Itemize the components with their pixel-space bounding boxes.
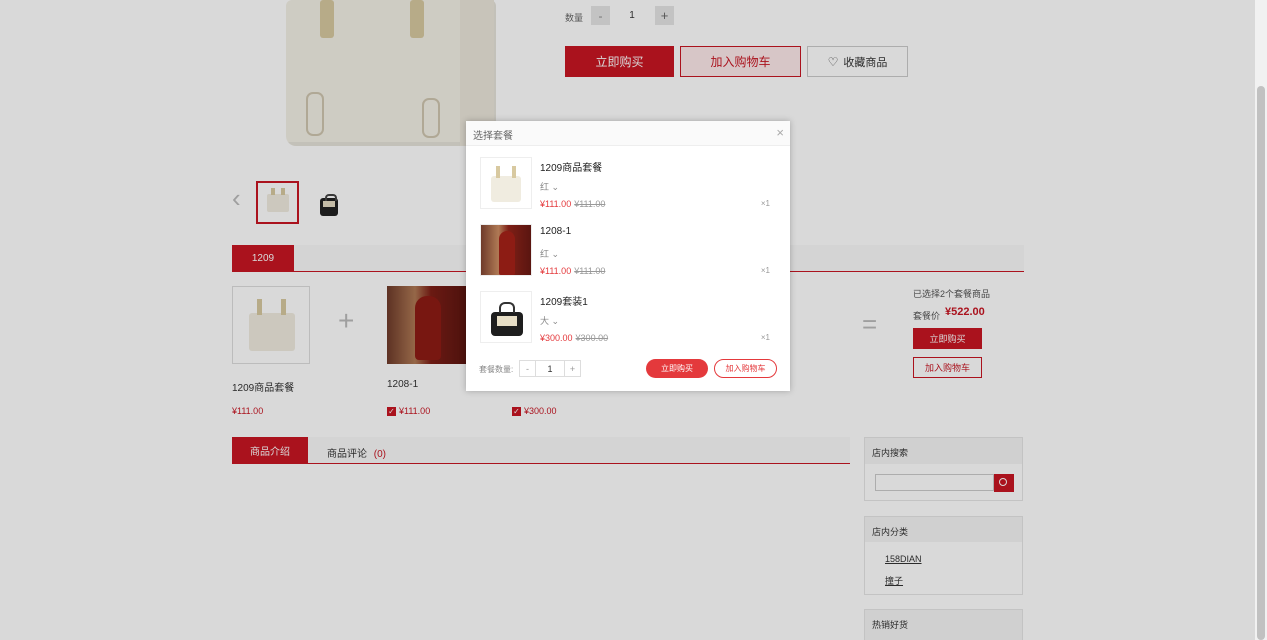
- modal-item-3-price: ¥300.00 ¥300.00: [540, 333, 609, 343]
- modal-title: 选择套餐: [473, 131, 513, 142]
- modal-item-1: 1209商品套餐 红 ⌄ ¥111.00 ¥111.00 ×1: [480, 157, 780, 213]
- modal-qty-plus-button[interactable]: +: [564, 361, 580, 376]
- modal-item-2: 1208-1 红 ⌄ ¥111.00 ¥111.00 ×1: [480, 224, 780, 280]
- modal-qty-label: 套餐数量:: [479, 365, 514, 374]
- package-select-modal: 选择套餐 × 1209商品套餐 红 ⌄ ¥111.00 ¥111.00 ×1 12…: [466, 121, 790, 391]
- modal-item-1-qty: ×1: [760, 199, 770, 208]
- modal-buy-now-button[interactable]: 立即购买: [646, 359, 708, 378]
- modal-item-2-qty: ×1: [760, 266, 770, 275]
- modal-item-2-name: 1208-1: [540, 226, 572, 237]
- modal-item-3-spec[interactable]: 大 ⌄: [540, 314, 559, 327]
- modal-item-1-spec[interactable]: 红 ⌄: [540, 180, 559, 193]
- product-page: 数量 - 1 + 立即购买 加入购物车 ♡ 收藏商品 ‹ 1209 + 1209…: [0, 0, 1267, 640]
- modal-item-3: 1209套装1 大 ⌄ ¥300.00 ¥300.00 ×1: [480, 291, 780, 347]
- chevron-down-icon: ⌄: [551, 249, 560, 259]
- modal-item-1-name: 1209商品套餐: [540, 163, 603, 174]
- modal-item-1-image: [480, 157, 532, 209]
- modal-item-3-image: [480, 291, 532, 343]
- chevron-down-icon: ⌄: [551, 182, 560, 192]
- modal-item-1-price: ¥111.00 ¥111.00: [540, 199, 606, 209]
- modal-item-3-name: 1209套装1: [540, 297, 588, 308]
- scrollbar-thumb[interactable]: [1257, 86, 1265, 640]
- modal-item-2-price: ¥111.00 ¥111.00: [540, 266, 606, 276]
- modal-item-2-image: [480, 224, 532, 276]
- modal-header: 选择套餐 ×: [466, 121, 790, 146]
- page-scrollbar[interactable]: [1255, 0, 1267, 640]
- chevron-down-icon: ⌄: [551, 316, 560, 326]
- modal-add-cart-button[interactable]: 加入购物车: [714, 359, 777, 378]
- modal-qty-input[interactable]: 1: [536, 361, 564, 376]
- modal-item-3-qty: ×1: [760, 333, 770, 342]
- modal-qty-minus-button[interactable]: -: [520, 361, 536, 376]
- modal-item-2-spec[interactable]: 红 ⌄: [540, 247, 559, 260]
- modal-qty-stepper: - 1 +: [519, 360, 581, 377]
- close-icon[interactable]: ×: [776, 125, 784, 140]
